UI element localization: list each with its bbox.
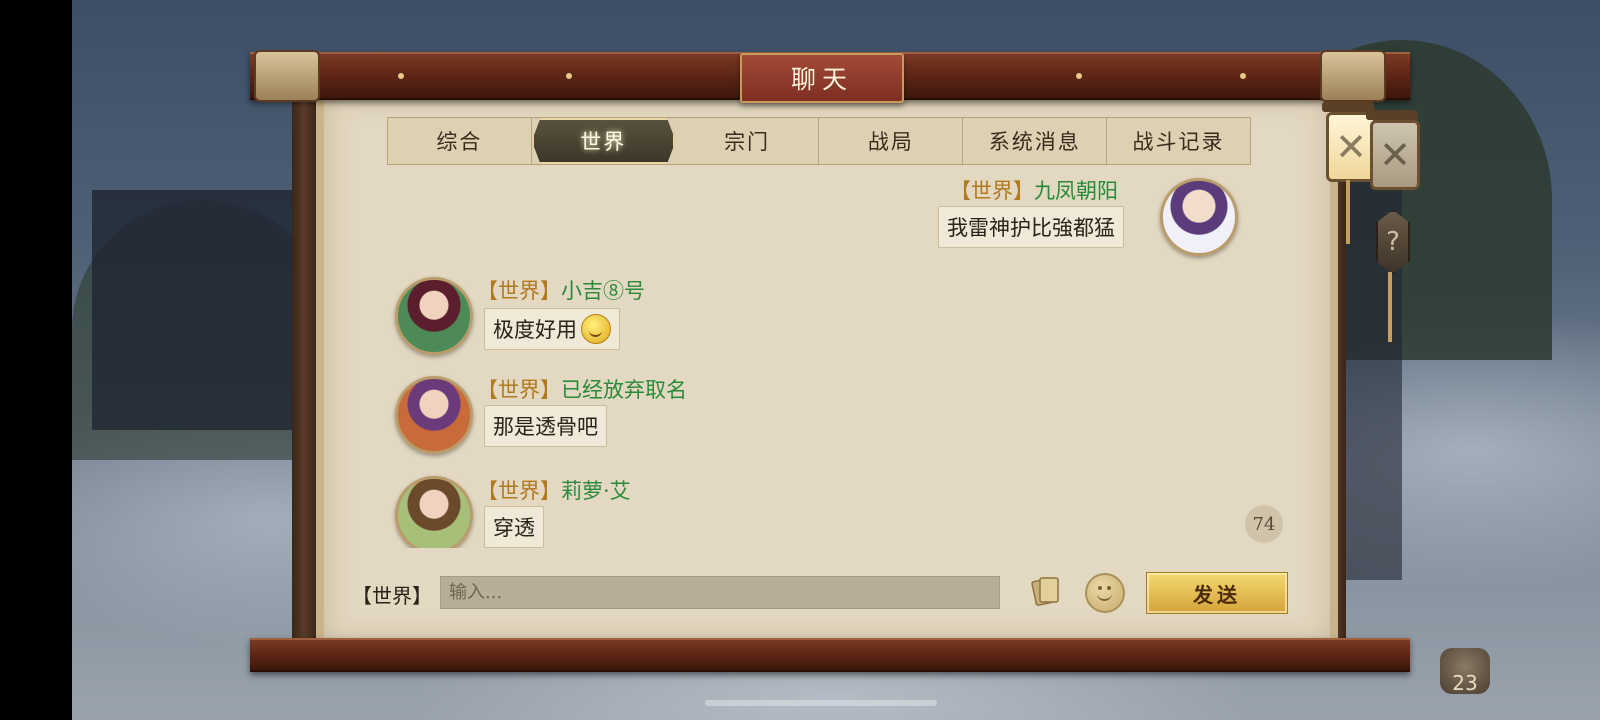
message-bubble: 穿透 xyxy=(484,506,544,548)
message-header: 【世界】莉萝·艾 xyxy=(477,475,631,505)
scroll-bottom-rod xyxy=(250,638,1410,672)
tab-world[interactable]: 世界 xyxy=(531,118,676,164)
avatar[interactable] xyxy=(395,476,473,548)
rod-stud xyxy=(1076,73,1082,79)
rod-stud xyxy=(1240,73,1246,79)
input-channel-label[interactable]: 【世界】 xyxy=(352,580,432,609)
lantern-cap xyxy=(1366,110,1418,120)
username[interactable]: 九凤朝阳 xyxy=(1034,179,1118,203)
username[interactable]: 小吉⑧号 xyxy=(561,279,645,303)
message-text: 穿透 xyxy=(493,516,535,540)
unread-count-badge[interactable]: 74 xyxy=(1245,505,1283,543)
message-bubble: 那是透骨吧 xyxy=(484,405,607,447)
smile-emoji-icon xyxy=(581,314,611,344)
channel-tag: 【世界】 xyxy=(477,479,561,503)
corner-counter-badge[interactable]: 23 xyxy=(1440,648,1490,695)
message-bubble: 我雷神护比強都猛 xyxy=(938,206,1124,248)
channel-tabs: 综合 世界 宗门 战局 系统消息 战斗记录 xyxy=(387,117,1251,165)
close-icon[interactable]: ✕ xyxy=(1326,112,1376,182)
window-title: 聊天 xyxy=(740,53,904,103)
message-header: 【世界】九凤朝阳 xyxy=(950,175,1118,205)
home-indicator xyxy=(705,700,937,706)
channel-tag: 【世界】 xyxy=(950,179,1034,203)
avatar[interactable] xyxy=(1160,178,1238,256)
tab-battle-log[interactable]: 战斗记录 xyxy=(1107,118,1250,164)
rod-end-cap-right xyxy=(1320,50,1386,102)
tag-tassel xyxy=(1388,272,1392,342)
smile-icon xyxy=(1097,593,1112,601)
message-header: 【世界】已经放弃取名 xyxy=(477,374,687,404)
pagoda-silhouette xyxy=(92,190,322,430)
message-bubble: 极度好用 xyxy=(484,308,620,350)
quick-phrase-book-icon[interactable] xyxy=(1030,575,1062,607)
username[interactable]: 已经放弃取名 xyxy=(561,378,687,402)
channel-tag: 【世界】 xyxy=(477,378,561,402)
channel-tag: 【世界】 xyxy=(477,279,561,303)
close-icon-secondary[interactable]: ✕ xyxy=(1370,120,1420,190)
avatar[interactable] xyxy=(395,277,473,355)
emoji-button[interactable] xyxy=(1085,573,1125,613)
lantern-tassel xyxy=(1346,180,1350,244)
username[interactable]: 莉萝·艾 xyxy=(561,479,631,503)
message-text: 我雷神护比強都猛 xyxy=(947,216,1115,240)
tab-general[interactable]: 综合 xyxy=(388,118,532,164)
help-icon[interactable]: ? xyxy=(1376,210,1410,274)
scroll-side-left xyxy=(292,96,316,642)
tab-battle-situation[interactable]: 战局 xyxy=(819,118,964,164)
rod-end-cap-left xyxy=(254,50,320,102)
send-button[interactable]: 发送 xyxy=(1146,572,1288,614)
tab-sect[interactable]: 宗门 xyxy=(675,118,820,164)
avatar[interactable] xyxy=(395,376,473,454)
message-text: 那是透骨吧 xyxy=(493,415,598,439)
message-header: 【世界】小吉⑧号 xyxy=(477,275,645,305)
message-input[interactable] xyxy=(440,576,1000,609)
tab-system-messages[interactable]: 系统消息 xyxy=(963,118,1108,164)
rod-stud xyxy=(566,73,572,79)
rod-stud xyxy=(398,73,404,79)
message-list[interactable]: 【世界】九凤朝阳 我雷神护比強都猛 【世界】小吉⑧号 极度好用 【世界】已经放弃… xyxy=(350,170,1290,548)
message-text: 极度好用 xyxy=(493,318,577,342)
